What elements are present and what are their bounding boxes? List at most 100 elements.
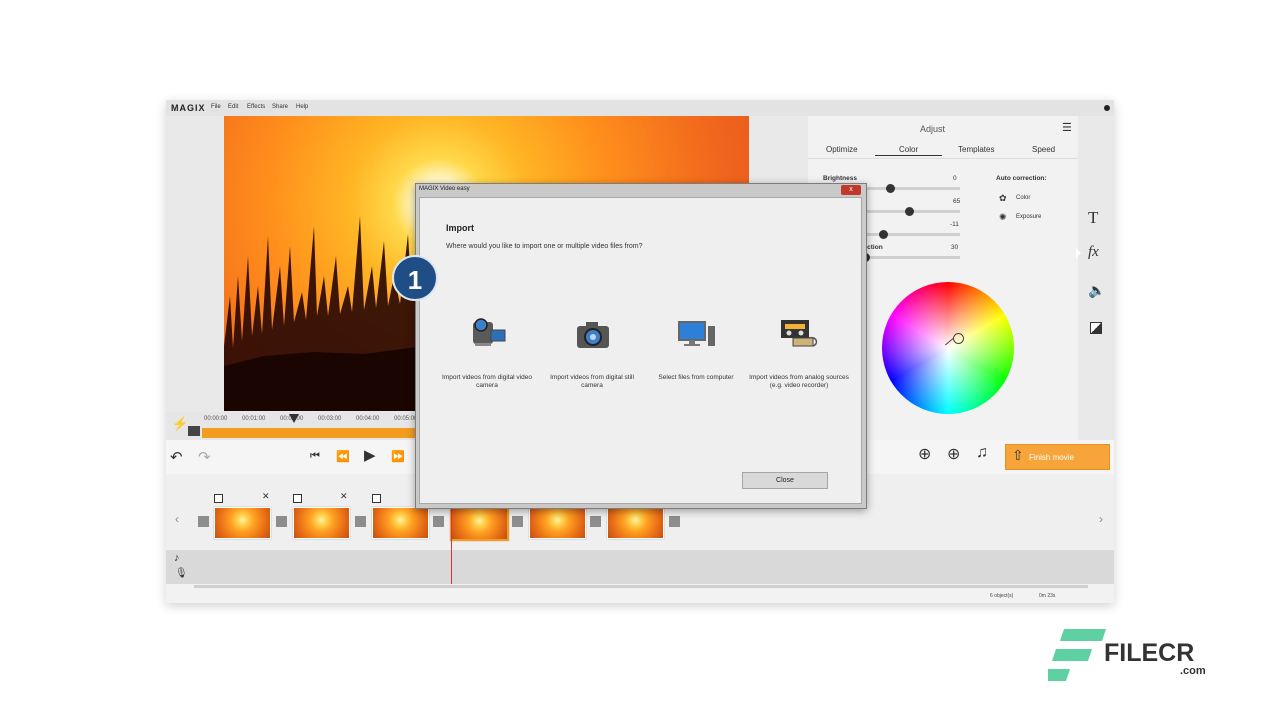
fast-forward-icon[interactable]: ⏩ <box>391 450 405 463</box>
clip-checkbox[interactable] <box>293 494 302 503</box>
clip-thumbnail[interactable] <box>293 507 350 539</box>
skip-start-icon[interactable]: ⏮ <box>310 450 320 463</box>
color-wheel-picker[interactable] <box>953 333 964 344</box>
right-toolbar: T fx 🔈 <box>1076 116 1114 440</box>
scroll-left-icon[interactable]: ‹ <box>175 512 179 526</box>
menu-effects[interactable]: Effects <box>247 104 265 110</box>
dialog-body: Import Where would you like to import on… <box>419 197 866 504</box>
active-tool-indicator <box>1076 248 1081 258</box>
transition-square[interactable] <box>198 516 209 527</box>
lightning-icon[interactable]: ⚡ <box>172 416 188 432</box>
transition-square[interactable] <box>590 516 601 527</box>
menu-edit[interactable]: Edit <box>228 104 238 110</box>
app-logo: MAGIX <box>171 103 206 113</box>
film-strip-icon[interactable] <box>188 426 200 436</box>
color-correction-icon[interactable]: ✿ <box>999 193 1007 204</box>
add-photo-icon[interactable]: ⊕ <box>947 444 960 464</box>
transition-square[interactable] <box>512 516 523 527</box>
rewind-icon[interactable]: ⏪ <box>336 450 350 463</box>
audio-track[interactable]: ♪ 🎙 <box>166 550 1114 584</box>
import-video-camera-option[interactable]: Import videos from digital video camera <box>437 318 537 408</box>
transition-square[interactable] <box>433 516 444 527</box>
dialog-close-x-button[interactable]: x <box>841 185 861 195</box>
playhead-marker[interactable] <box>289 414 299 423</box>
option-label: Import videos from digital still camera <box>550 374 634 389</box>
auto-exposure-label: Exposure <box>1016 214 1042 220</box>
contrast-icon[interactable] <box>1090 322 1102 334</box>
finish-movie-button[interactable]: ⇧ Finish movie <box>1005 444 1110 470</box>
menu-share[interactable]: Share <box>272 104 288 110</box>
vcr-tape-icon <box>781 320 818 347</box>
slider-3-knob[interactable] <box>879 230 888 239</box>
exposure-icon[interactable]: ✺ <box>999 212 1007 223</box>
clip-thumbnail[interactable] <box>529 507 586 539</box>
total-duration: 0m 23s <box>1039 593 1056 599</box>
watermark-brand: FILECR <box>1104 639 1195 667</box>
status-bar: 6 object(s) 0m 23s <box>166 584 1114 603</box>
tab-speed[interactable]: Speed <box>1032 145 1055 154</box>
ruler-tick: 00:04:00 <box>356 416 380 422</box>
tab-templates[interactable]: Templates <box>958 145 994 154</box>
menu-file[interactable]: File <box>211 104 221 110</box>
clip-remove-icon[interactable]: ✕ <box>262 491 270 502</box>
computer-icon <box>678 321 715 346</box>
microphone-icon: 🎙 <box>175 568 188 579</box>
dialog-question: Where would you like to import one or mu… <box>446 243 643 250</box>
scroll-right-icon[interactable]: › <box>1099 512 1103 526</box>
tab-optimize[interactable]: Optimize <box>826 145 858 154</box>
watermark-suffix: .com <box>1180 665 1206 677</box>
undo-icon[interactable]: ↶ <box>170 448 183 466</box>
clip-checkbox[interactable] <box>214 494 223 503</box>
auto-correction-title: Auto correction: <box>996 175 1047 182</box>
clip-thumbnail[interactable] <box>214 507 271 539</box>
transition-square[interactable] <box>669 516 680 527</box>
add-music-icon[interactable]: ♫ <box>976 444 988 462</box>
close-button[interactable]: Close <box>742 472 828 489</box>
brightness-knob[interactable] <box>886 184 895 193</box>
import-photo-camera-option[interactable]: Import videos from digital still camera <box>542 318 642 408</box>
clip-remove-icon[interactable]: ✕ <box>340 491 348 502</box>
window-dot-icon[interactable] <box>1104 105 1110 111</box>
brightness-value: 0 <box>953 175 957 182</box>
speaker-icon[interactable]: 🔈 <box>1088 282 1105 299</box>
dialog-scrollbar[interactable] <box>863 198 866 258</box>
slider-4-value: 30 <box>951 244 959 251</box>
import-analog-sources-option[interactable]: Import videos from analog sources (e.g. … <box>749 318 849 408</box>
auto-color-label[interactable]: Color <box>1016 195 1030 201</box>
ruler-tick: 00:00:00 <box>204 416 228 422</box>
clip-thumbnail[interactable] <box>607 507 664 539</box>
active-tab-underline <box>875 155 942 156</box>
clip-checkbox[interactable] <box>372 494 381 503</box>
clip-thumbnail-selected[interactable] <box>450 507 509 541</box>
ruler-tick: 00:05:00 <box>394 416 418 422</box>
slider-2-knob[interactable] <box>905 207 914 216</box>
horizontal-scrollbar[interactable] <box>194 585 1088 588</box>
ruler-tick: 00:01:00 <box>242 416 266 422</box>
transition-square[interactable] <box>355 516 366 527</box>
text-tool-icon[interactable]: T <box>1088 208 1098 228</box>
color-wheel[interactable] <box>882 282 1014 414</box>
dialog-heading: Import <box>446 223 474 233</box>
tab-color[interactable]: Color <box>899 145 918 154</box>
slider-3-value: -11 <box>950 221 959 228</box>
transition-square[interactable] <box>276 516 287 527</box>
filecr-logo-icon <box>1048 629 1106 681</box>
play-icon[interactable]: ▶ <box>364 446 376 464</box>
step-number-badge: 1 <box>392 255 438 301</box>
filecr-watermark: FILECR .com <box>1048 629 1218 685</box>
effects-fx-icon[interactable]: fx <box>1088 244 1099 261</box>
redo-icon[interactable]: ↷ <box>198 448 211 466</box>
slider-2-value: 65 <box>953 198 961 205</box>
object-count: 6 object(s) <box>990 593 1014 599</box>
tab-divider <box>808 158 1078 159</box>
hamburger-menu-icon[interactable]: ☰ <box>1062 121 1072 134</box>
video-camera-icon <box>473 318 506 346</box>
menu-help[interactable]: Help <box>296 104 308 110</box>
option-label: Import videos from digital video camera <box>442 374 532 389</box>
add-video-icon[interactable]: ⊕ <box>918 444 931 464</box>
adjust-title: Adjust <box>920 124 946 134</box>
clip-thumbnail[interactable] <box>372 507 429 539</box>
select-files-computer-option[interactable]: Select files from computer <box>646 318 746 408</box>
photo-camera-icon <box>577 322 609 348</box>
music-note-icon: ♪ <box>174 552 180 564</box>
